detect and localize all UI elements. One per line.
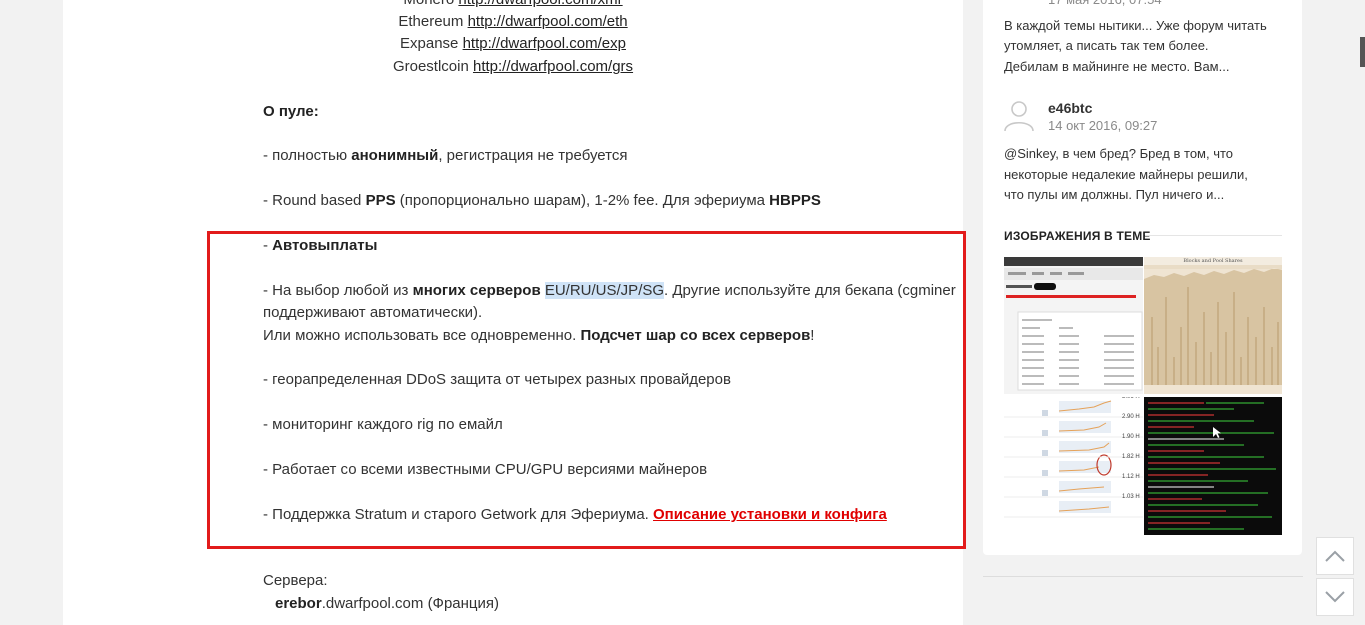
link-line-expanse: Expanse http://dwarfpool.com/exp: [400, 35, 626, 52]
image-thumb-2[interactable]: Blocks and Pool Shares: [1144, 257, 1282, 394]
server-erebor: erebor.dwarfpool.com (Франция): [275, 595, 500, 612]
thumb2-title: Blocks and Pool Shares: [1144, 257, 1282, 265]
about-heading: О пуле:: [263, 103, 319, 120]
comment-line-3[interactable]: что пулы им должны. Пул ничего и...: [1004, 185, 1224, 206]
scroll-up-button[interactable]: [1316, 537, 1354, 575]
sidebar: 17 мая 2016, 07:54 В каждой темы нытики.…: [983, 0, 1302, 555]
feature-pps: - Round based PPS (пропорционально шарам…: [263, 192, 821, 209]
image-thumb-4[interactable]: [1144, 397, 1282, 535]
top-comment-line-1[interactable]: В каждой темы нытики... Уже форум читать: [1004, 16, 1267, 37]
top-comment-date: 17 мая 2016, 07:54: [1048, 0, 1162, 11]
link-line-groestlcoin: Groestlcoin http://dwarfpool.com/grs: [392, 58, 634, 75]
comment-line-2[interactable]: некоторые недалекие майнеры решили,: [1004, 165, 1248, 186]
scroll-down-button[interactable]: [1316, 578, 1354, 616]
top-comment-line-3[interactable]: Дебилам в майнинге не место. Вам...: [1004, 57, 1229, 78]
thumb3-values: 3.06 H 2.90 H 1.90 H 1.82 H 1.12 H 1.03 …: [1122, 397, 1140, 500]
highlight-box: [207, 231, 966, 549]
image-thumb-3[interactable]: 3.06 H 2.90 H 1.90 H 1.82 H 1.12 H 1.03 …: [1004, 397, 1143, 528]
chevron-up-icon: [1325, 550, 1345, 562]
link-groestlcoin[interactable]: http://dwarfpool.com/grs: [473, 58, 633, 75]
link-ethereum[interactable]: http://dwarfpool.com/eth: [468, 13, 628, 30]
top-comment-line-2[interactable]: утомляет, а писать так тем более.: [1004, 36, 1209, 57]
window-edge: [1360, 37, 1365, 67]
heading-divider: [1145, 235, 1282, 236]
images-heading: ИЗОБРАЖЕНИЯ В ТЕМЕ: [1004, 229, 1151, 243]
link-expanse[interactable]: http://dwarfpool.com/exp: [463, 35, 626, 52]
chevron-down-icon: [1325, 591, 1345, 603]
feature-anonymous: - полностью анонимный, регистрация не тр…: [263, 147, 628, 164]
image-thumb-1[interactable]: [1004, 257, 1143, 394]
link-monero[interactable]: http://dwarfpool.com/xmr: [458, 0, 622, 8]
link-line-ethereum: Ethereum http://dwarfpool.com/eth: [398, 13, 628, 30]
comment-line-1[interactable]: @Sinkey, в чем бред? Бред в том, что: [1004, 144, 1233, 165]
user-avatar-icon[interactable]: [1002, 98, 1036, 132]
servers-label: Сервера:: [263, 572, 328, 589]
sidebar-separator: [983, 576, 1303, 577]
comment-date: 14 окт 2016, 09:27: [1048, 118, 1158, 133]
link-line-monero: Monero http://dwarfpool.com/xmr: [63, 0, 963, 11]
